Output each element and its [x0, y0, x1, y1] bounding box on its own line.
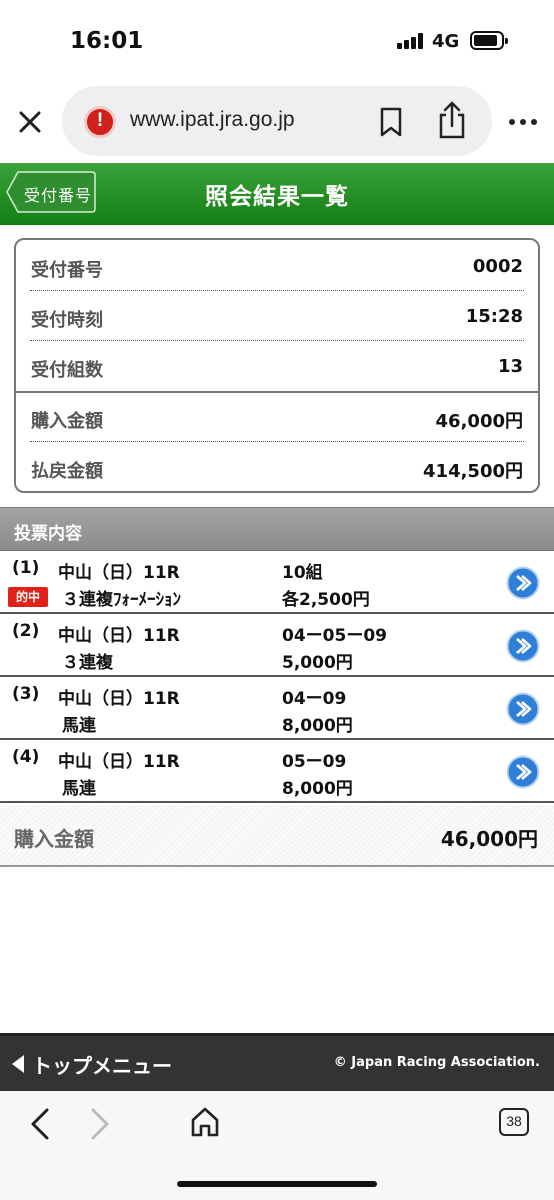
bet-number: (4)	[12, 747, 40, 767]
summary-row-payout-amount: 払戻金額 414,500円	[16, 443, 538, 493]
summary-row-receipt-time: 受付時刻 15:28	[16, 292, 538, 342]
summary-panel: 受付番号 0002 受付時刻 15:28 受付組数 13 購入金額 46,000…	[14, 238, 540, 493]
bet-number: (2)	[12, 621, 40, 641]
summary-label: 払戻金額	[31, 461, 103, 482]
url-text[interactable]: www.ipat.jra.go.jp	[130, 108, 295, 132]
app-header: 受付番号 照会結果一覧	[0, 163, 554, 225]
home-indicator	[177, 1181, 377, 1187]
summary-label: 受付番号	[31, 260, 103, 281]
bet-race: 中山（日）11R	[58, 689, 180, 709]
browser-toolbar: ! www.ipat.jra.go.jp	[0, 80, 554, 160]
browser-nav-bar: 38	[0, 1091, 554, 1200]
summary-row-receipt-number: 受付番号 0002	[16, 242, 538, 292]
battery-icon	[470, 31, 508, 50]
total-value: 46,000円	[440, 827, 538, 851]
back-arrow-icon[interactable]	[28, 1107, 52, 1141]
status-bar: 16:01 4G	[0, 0, 554, 80]
summary-row-purchase-amount: 購入金額 46,000円	[16, 393, 538, 443]
bet-combination: 05ー09	[282, 752, 347, 772]
bet-number: (1)	[12, 558, 40, 578]
total-row: 購入金額 46,000円	[0, 805, 554, 867]
bet-row-2[interactable]: (2) 中山（日）11R ３連複 04ー05ー09 5,000円	[0, 614, 554, 677]
bet-row-3[interactable]: (3) 中山（日）11R 馬連 04ー09 8,000円	[0, 677, 554, 740]
summary-row-set-count: 受付組数 13	[16, 342, 538, 392]
summary-label: 購入金額	[31, 411, 103, 432]
network-label: 4G	[432, 31, 460, 52]
bet-type: ３連複ﾌｫｰﾒｰｼｮﾝ	[62, 590, 181, 610]
chevron-right-icon[interactable]	[506, 692, 540, 726]
bet-amount: 5,000円	[282, 653, 353, 673]
bet-amount: 各2,500円	[282, 590, 370, 610]
summary-value: 15:28	[465, 306, 523, 327]
bet-row-4[interactable]: (4) 中山（日）11R 馬連 05ー09 8,000円	[0, 740, 554, 803]
bet-combination: 04ー05ー09	[282, 626, 387, 646]
forward-arrow-icon[interactable]	[88, 1107, 112, 1141]
signal-icon	[397, 33, 427, 49]
section-header: 投票内容	[0, 507, 554, 551]
bet-amount: 8,000円	[282, 716, 353, 736]
bet-combination: 10組	[282, 563, 323, 583]
warning-icon[interactable]: !	[84, 106, 116, 138]
status-time: 16:01	[70, 28, 144, 54]
bet-number: (3)	[12, 684, 40, 704]
page-title: 照会結果一覧	[205, 184, 349, 210]
bet-race: 中山（日）11R	[58, 563, 180, 583]
screen: 16:01 4G ! www.ipat.jra.go.jp 受付番号 照会結果一…	[0, 0, 554, 1200]
total-label: 購入金額	[14, 827, 94, 851]
bet-type: 馬連	[62, 779, 96, 799]
bookmark-icon[interactable]	[378, 106, 404, 138]
bet-combination: 04ー09	[282, 689, 347, 709]
summary-value: 414,500円	[423, 461, 523, 482]
bet-row-1[interactable]: (1) 中山（日）11R 的中 ３連複ﾌｫｰﾒｰｼｮﾝ 10組 各2,500円	[0, 551, 554, 614]
summary-value: 13	[497, 356, 523, 377]
summary-label: 受付時刻	[31, 310, 103, 331]
summary-label: 受付組数	[31, 360, 103, 381]
home-icon[interactable]	[188, 1105, 222, 1139]
summary-value: 46,000円	[435, 411, 523, 432]
chevron-right-icon[interactable]	[506, 566, 540, 600]
bet-type: 馬連	[62, 716, 96, 736]
bet-race: 中山（日）11R	[58, 752, 180, 772]
summary-value: 0002	[472, 256, 523, 277]
top-menu-label: トップメニュー	[32, 1054, 172, 1078]
more-icon[interactable]	[508, 118, 538, 126]
chevron-right-icon[interactable]	[506, 629, 540, 663]
section-title: 投票内容	[14, 524, 82, 544]
caret-left-icon	[12, 1055, 24, 1073]
bet-type: ３連複	[62, 653, 113, 673]
tabs-button[interactable]: 38	[499, 1108, 529, 1136]
chevron-right-icon[interactable]	[506, 755, 540, 789]
footer: トップメニュー © Japan Racing Association.	[0, 1033, 554, 1091]
copyright: © Japan Racing Association.	[333, 1055, 540, 1070]
share-icon[interactable]	[436, 100, 468, 140]
bet-race: 中山（日）11R	[58, 626, 180, 646]
close-icon[interactable]	[12, 104, 48, 140]
hit-badge: 的中	[8, 587, 48, 607]
bet-amount: 8,000円	[282, 779, 353, 799]
